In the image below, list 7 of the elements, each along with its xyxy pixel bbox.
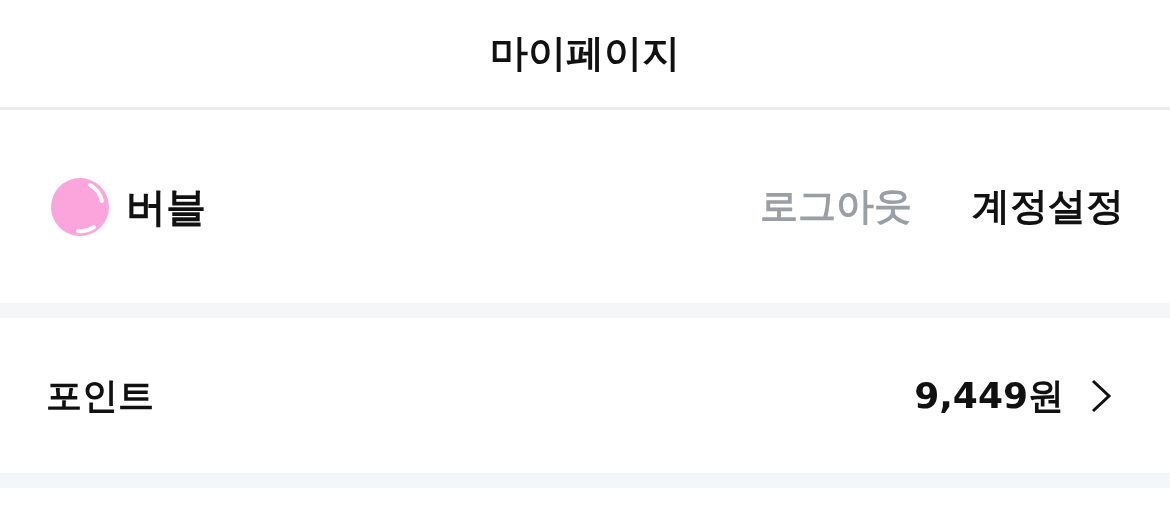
- menu-label: 포인트: [46, 373, 154, 418]
- menu-row[interactable]: 포인트 9,449원: [0, 318, 1170, 473]
- user-name: 버블: [126, 182, 206, 232]
- page-title: 마이페이지: [490, 30, 680, 77]
- bubble-icon: [50, 176, 110, 237]
- account-settings-link[interactable]: 계정설정: [972, 178, 1124, 235]
- menu-value: 9,449원: [914, 373, 1064, 418]
